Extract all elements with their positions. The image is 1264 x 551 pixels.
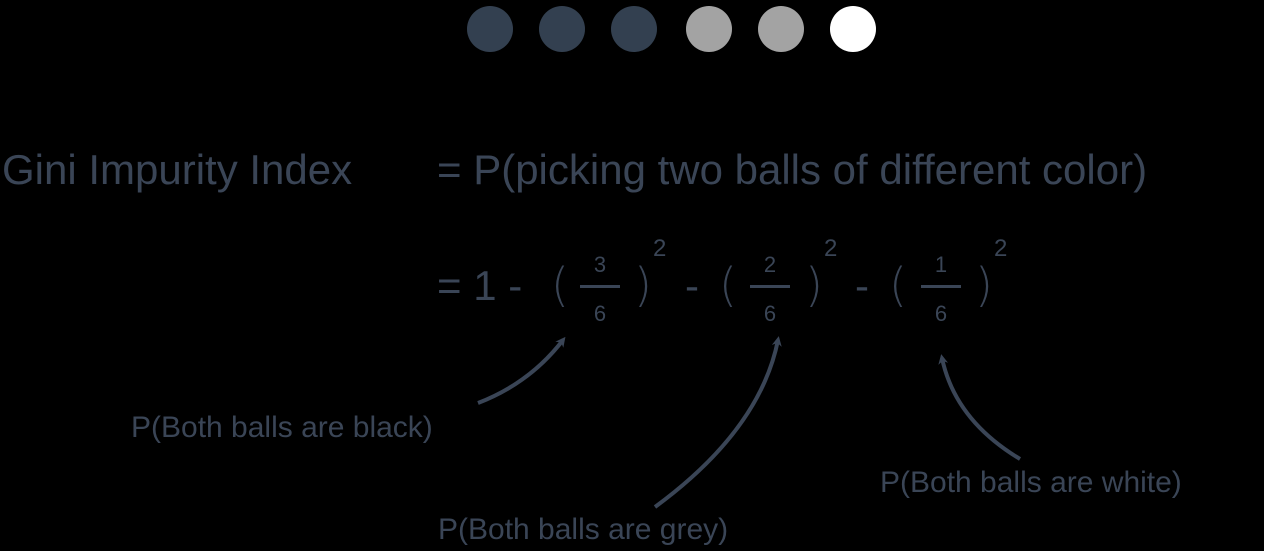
- arrow-black: [477, 336, 566, 405]
- annotation-black: P(Both balls are black): [131, 411, 433, 444]
- arrow-grey: [653, 336, 782, 509]
- arrow-white: [938, 354, 1022, 461]
- annotation-grey: P(Both balls are grey): [438, 513, 729, 546]
- annotation-white: P(Both balls are white): [880, 466, 1182, 499]
